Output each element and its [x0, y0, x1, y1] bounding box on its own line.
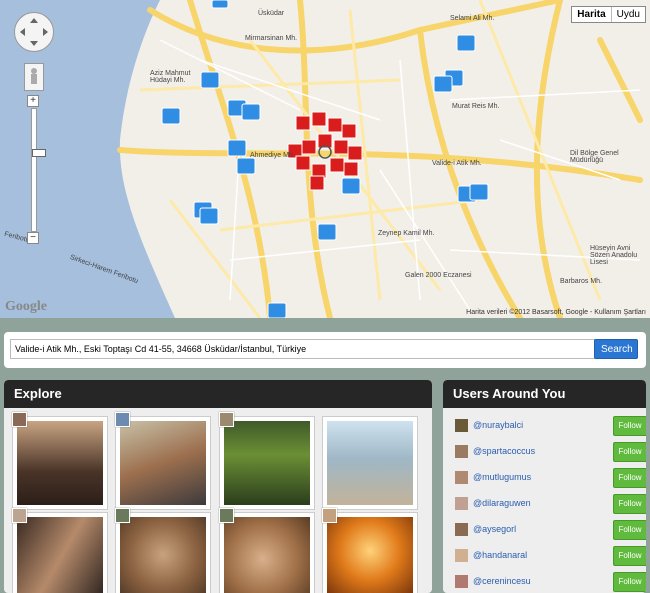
map-label: Mirmarsinan Mh.	[245, 35, 298, 42]
avatar[interactable]	[115, 508, 130, 523]
username-link[interactable]: @aysegorl	[473, 524, 516, 534]
map-label: Zeynep Kamil Mh.	[378, 230, 435, 237]
photo-thumbnail[interactable]	[322, 416, 418, 510]
zoom-slider-thumb[interactable]	[32, 149, 46, 157]
user-row: @nuraybalci Follow	[443, 413, 646, 437]
map-label: Aziz Mahmut Hüdayi Mh.	[150, 70, 191, 84]
photo-thumbnail[interactable]	[219, 416, 315, 510]
follow-button[interactable]: Follow	[613, 442, 646, 462]
username-link[interactable]: @dilaraguwen	[473, 498, 531, 508]
map[interactable]: Üsküdar Aziz Mahmut Hüdayi Mh. Mirmarsin…	[0, 0, 650, 318]
user-row: @handanaral Follow	[443, 543, 646, 567]
username-link[interactable]: @spartacoccus	[473, 446, 535, 456]
map-label: Valide-i Atik Mh.	[432, 160, 482, 167]
avatar[interactable]	[455, 419, 468, 432]
username-link[interactable]: @nuraybalci	[473, 420, 523, 430]
photo-thumbnail[interactable]	[115, 416, 211, 510]
map-copyright[interactable]: Harita verileri ©2012 Basarsoft, Google …	[466, 309, 646, 316]
zoom-in-button[interactable]: +	[27, 95, 39, 107]
follow-button[interactable]: Follow	[613, 572, 646, 592]
photo-thumbnail[interactable]	[115, 512, 211, 593]
map-label: Ahmediye Mh.	[250, 152, 295, 159]
avatar[interactable]	[455, 471, 468, 484]
username-link[interactable]: @mutlugumus	[473, 472, 531, 482]
zoom-control[interactable]: + −	[27, 95, 46, 245]
username-link[interactable]: @handanaral	[473, 550, 527, 560]
avatar[interactable]	[322, 508, 337, 523]
map-label: Galen 2000 Eczanesi	[405, 272, 472, 279]
explore-title: Explore	[4, 380, 432, 408]
map-label: Hüseyin Avni Sözen Anadolu Lisesi	[590, 245, 638, 266]
user-row: @mutlugumus Follow	[443, 465, 646, 489]
map-type-switch[interactable]: Harita Uydu	[571, 6, 646, 23]
photo-image	[224, 517, 310, 593]
map-type-map-button[interactable]: Harita	[572, 7, 612, 22]
users-around-panel: Users Around You @nuraybalci Follow @spa…	[443, 380, 646, 593]
map-label: Dil Bölge Genel Müdürlüğü	[570, 150, 619, 164]
photo-image	[327, 517, 413, 593]
photo-image	[17, 421, 103, 505]
photo-image	[17, 517, 103, 593]
user-row: @cerenincesu Follow	[443, 569, 646, 593]
follow-button[interactable]: Follow	[613, 494, 646, 514]
avatar[interactable]	[115, 412, 130, 427]
avatar[interactable]	[455, 575, 468, 588]
map-label: Selami Ali Mh.	[450, 15, 495, 22]
user-row: @spartacoccus Follow	[443, 439, 646, 463]
street-view-pegman-icon[interactable]	[24, 63, 44, 91]
search-bar: Search	[4, 332, 646, 368]
avatar[interactable]	[219, 508, 234, 523]
zoom-slider[interactable]	[31, 108, 46, 232]
user-row: @aysegorl Follow	[443, 517, 646, 541]
follow-button[interactable]: Follow	[613, 520, 646, 540]
avatar[interactable]	[455, 445, 468, 458]
user-row: @dilaraguwen Follow	[443, 491, 646, 515]
map-type-satellite-button[interactable]: Uydu	[612, 7, 645, 22]
google-logo: Google	[5, 299, 47, 314]
avatar[interactable]	[12, 508, 27, 523]
search-button[interactable]: Search	[594, 339, 638, 359]
zoom-out-button[interactable]: −	[27, 232, 39, 244]
map-label: Üsküdar	[258, 10, 285, 17]
avatar[interactable]	[455, 523, 468, 536]
photo-thumbnail[interactable]	[219, 512, 315, 593]
pan-control[interactable]	[14, 12, 54, 52]
photo-image	[224, 421, 310, 505]
avatar[interactable]	[219, 412, 234, 427]
photo-image	[120, 421, 206, 505]
map-label: Barbaros Mh.	[560, 278, 603, 285]
pan-arrows-icon	[20, 18, 48, 46]
avatar[interactable]	[455, 549, 468, 562]
avatar[interactable]	[455, 497, 468, 510]
photo-thumbnail[interactable]	[12, 416, 108, 510]
users-panel-title: Users Around You	[443, 380, 646, 408]
follow-button[interactable]: Follow	[613, 546, 646, 566]
map-label: Murat Reis Mh.	[452, 103, 500, 110]
photo-image	[120, 517, 206, 593]
photo-thumbnail[interactable]	[12, 512, 108, 593]
location-search-input[interactable]	[10, 339, 596, 359]
explore-panel: Explore	[4, 380, 432, 593]
username-link[interactable]: @cerenincesu	[473, 576, 531, 586]
follow-button[interactable]: Follow	[613, 416, 646, 436]
photo-image	[327, 421, 413, 505]
follow-button[interactable]: Follow	[613, 468, 646, 488]
photo-thumbnail[interactable]	[322, 512, 418, 593]
avatar[interactable]	[12, 412, 27, 427]
